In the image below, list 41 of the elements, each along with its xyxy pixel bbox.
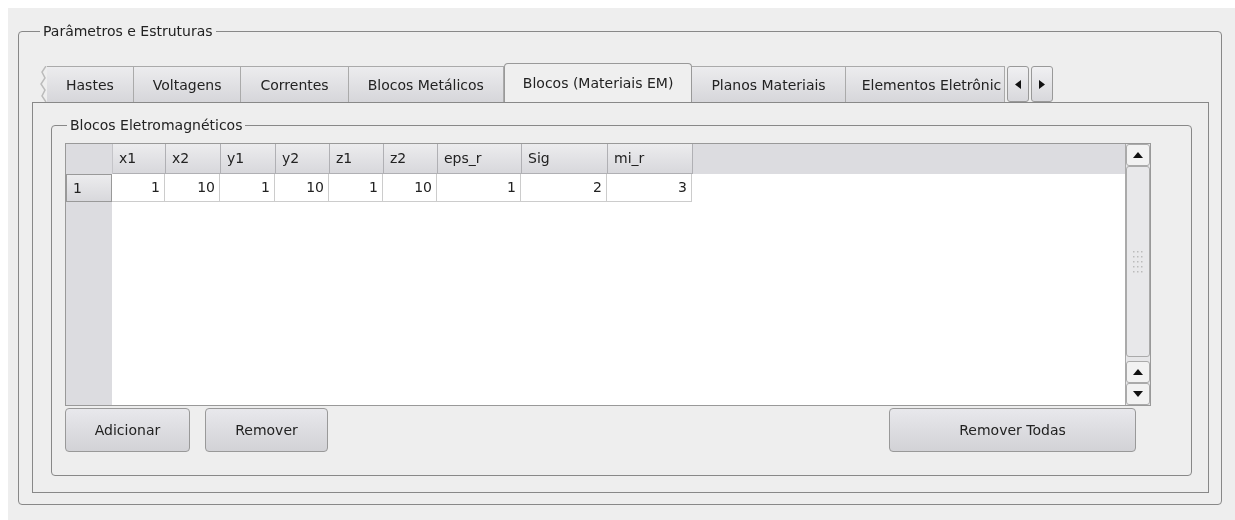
table-cell: 1: [329, 174, 383, 202]
grip-icon: [1132, 249, 1144, 274]
column-header[interactable]: z2: [384, 144, 438, 174]
scroll-right-button[interactable]: [1031, 66, 1054, 102]
arrow-down-icon: [1133, 391, 1143, 397]
tab[interactable]: Hastes: [47, 66, 134, 102]
table-cell: 1: [437, 174, 521, 202]
group-title: Parâmetros e Estruturas: [42, 23, 214, 39]
column-header[interactable]: x2: [166, 144, 221, 174]
group-title: Blocos Eletromagnéticos: [69, 117, 244, 133]
tab[interactable]: Blocos (Materiais EM): [503, 63, 693, 102]
scroll-left-button[interactable]: [1007, 66, 1030, 102]
arrow-left-icon: [1015, 79, 1022, 89]
arrow-up-icon: [1133, 369, 1143, 375]
push-button[interactable]: Remover Todas: [889, 408, 1136, 452]
tab[interactable]: Correntes: [241, 66, 349, 102]
table-cell: 1: [220, 174, 275, 202]
tab-overflow-edge-icon: [40, 66, 47, 102]
table-cell: 2: [521, 174, 607, 202]
arrow-up-icon: [1133, 152, 1143, 158]
table-cell: 10: [165, 174, 220, 202]
table-cell: 3: [607, 174, 692, 202]
vertical-scrollbar[interactable]: [1125, 144, 1150, 405]
column-header[interactable]: eps_r: [438, 144, 522, 174]
push-button[interactable]: Adicionar: [65, 408, 190, 452]
column-header[interactable]: x1: [113, 144, 166, 174]
table-cell: 10: [275, 174, 329, 202]
column-header[interactable]: mi_r: [608, 144, 693, 174]
table-cell: 1: [112, 174, 165, 202]
tab[interactable]: Planos Materiais: [692, 66, 846, 102]
column-header[interactable]: z1: [330, 144, 384, 174]
column-header[interactable]: Sig: [522, 144, 608, 174]
column-header[interactable]: y2: [276, 144, 330, 174]
table-cell: 10: [383, 174, 437, 202]
row-header[interactable]: 1: [66, 174, 112, 202]
arrow-right-icon: [1039, 79, 1046, 89]
column-header[interactable]: y1: [221, 144, 276, 174]
tab[interactable]: Blocos Metálicos: [348, 66, 504, 102]
tab[interactable]: Voltagens: [133, 66, 242, 102]
tab[interactable]: Elementos Eletrônic: [845, 66, 1006, 102]
push-button[interactable]: Remover: [205, 408, 328, 452]
